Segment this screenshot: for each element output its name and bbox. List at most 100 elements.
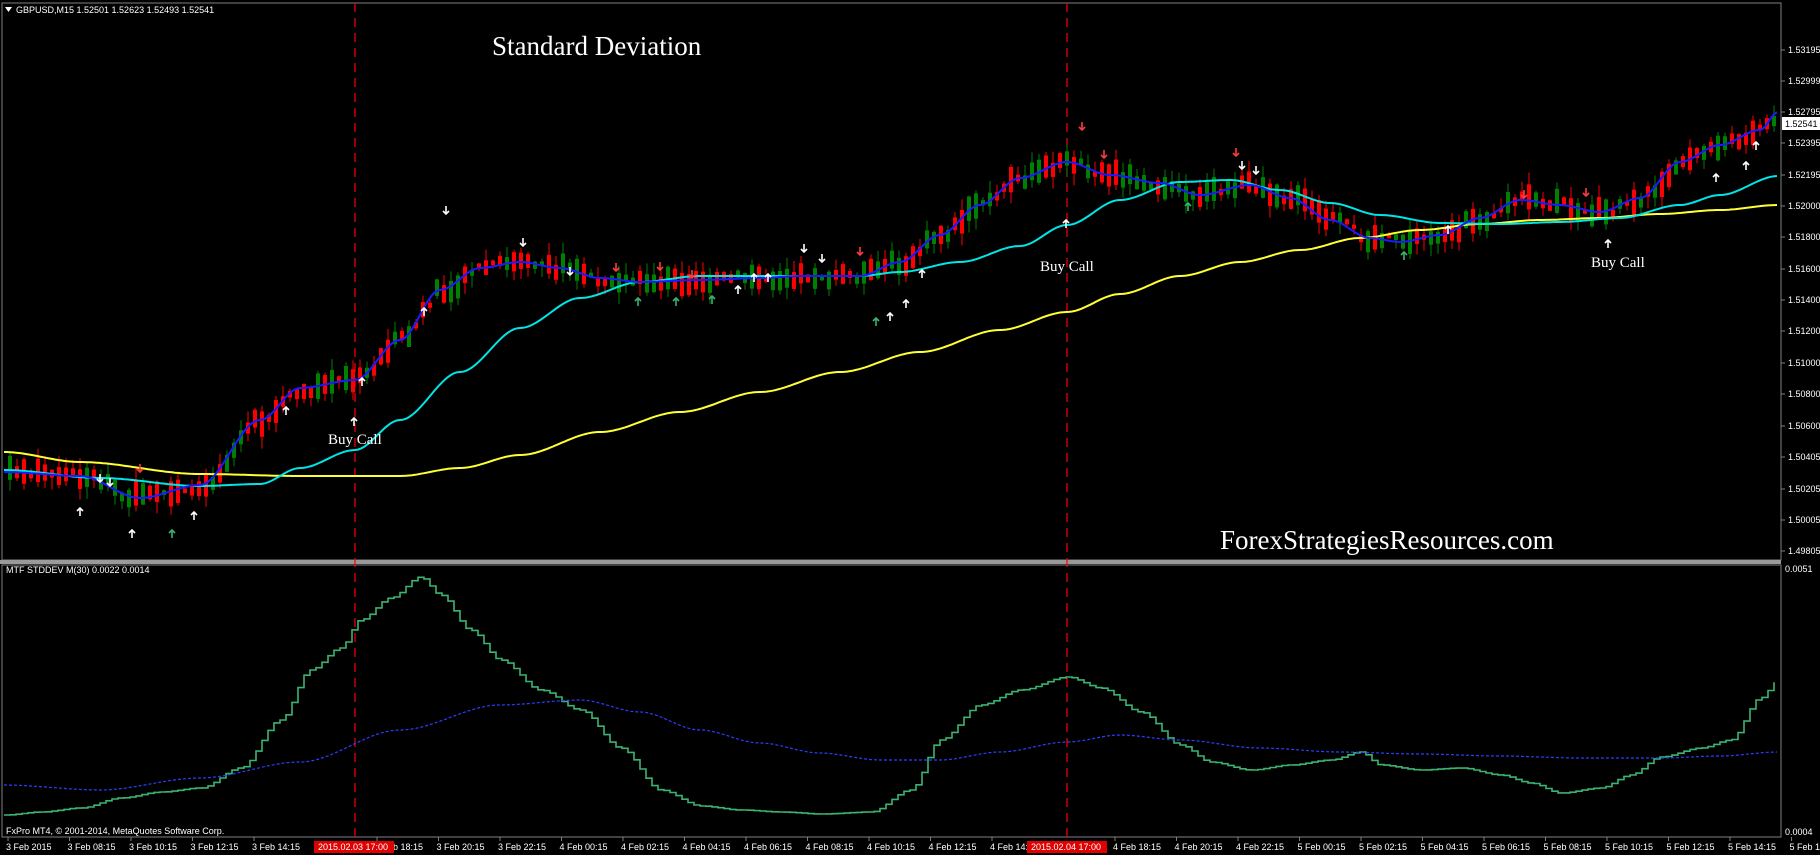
candle-body xyxy=(1303,188,1307,212)
price-tick-label: 1.52195 xyxy=(1788,170,1820,180)
candle-body xyxy=(778,270,782,291)
candle-body xyxy=(127,489,131,508)
candle-body xyxy=(1254,186,1258,194)
watermark: ForexStrategiesResources.com xyxy=(1220,525,1554,555)
candle-body xyxy=(547,254,551,274)
time-tick-label: 5 Feb 02:15 xyxy=(1359,842,1407,852)
candle xyxy=(183,488,187,494)
candle-body xyxy=(1142,175,1146,191)
price-tick-label: 1.51200 xyxy=(1788,326,1820,336)
time-tick-label: 5 Feb 16:15 xyxy=(1790,842,1820,852)
price-tick-label: 1.49805 xyxy=(1788,546,1820,556)
candle-body xyxy=(1044,155,1048,178)
price-tick-label: 1.50800 xyxy=(1788,389,1820,399)
time-tick-label: 5 Feb 14:15 xyxy=(1728,842,1776,852)
candle-body xyxy=(1352,224,1356,229)
indicator-axis-bottom: 0.0004 xyxy=(1785,827,1813,837)
price-tick-label: 1.52999 xyxy=(1788,76,1820,86)
price-tick-label: 1.52795 xyxy=(1788,107,1820,117)
price-tick-label: 1.52395 xyxy=(1788,138,1820,148)
copyright-text: FxPro MT4, © 2001-2014, MetaQuotes Softw… xyxy=(6,826,224,836)
time-tick-label: 4 Feb 18:15 xyxy=(1113,842,1161,852)
candle-body xyxy=(428,302,432,308)
price-tick-label: 1.50405 xyxy=(1788,452,1820,462)
candle xyxy=(1716,131,1720,162)
candle-body xyxy=(1268,183,1272,207)
buy-call-label: Buy Call xyxy=(1591,255,1645,271)
candle-body xyxy=(659,276,663,291)
candle-body xyxy=(813,268,817,289)
candle-body xyxy=(827,271,831,290)
candle-body xyxy=(295,389,299,400)
price-tick-label: 1.51600 xyxy=(1788,264,1820,274)
candle-body xyxy=(855,275,859,284)
candle-body xyxy=(1317,200,1321,223)
candle-body xyxy=(652,274,656,293)
candle-body xyxy=(8,455,12,480)
current-price-label: 1.52541 xyxy=(1785,119,1818,129)
time-tick-label: 5 Feb 08:15 xyxy=(1544,842,1592,852)
candle-body xyxy=(1534,192,1538,207)
candle-body xyxy=(1471,208,1475,234)
candle-body xyxy=(771,271,775,291)
time-tick-label: 5 Feb 04:15 xyxy=(1421,842,1469,852)
candle-body xyxy=(1191,191,1195,200)
candle-body xyxy=(64,467,68,482)
candle-body xyxy=(1632,189,1636,215)
candle-body xyxy=(785,268,789,288)
candle-body xyxy=(1485,211,1489,232)
chart-window[interactable]: GBPUSD,M15 1.52501 1.52623 1.52493 1.525… xyxy=(0,0,1820,855)
candle-body xyxy=(1548,200,1552,211)
time-tick-label: 4 Feb 06:15 xyxy=(744,842,792,852)
time-tick-label: 4 Feb 22:15 xyxy=(1236,842,1284,852)
time-tick-label: 4 Feb 02:15 xyxy=(621,842,669,852)
time-highlight-label: 2015.02.04 17:00 xyxy=(1031,842,1101,852)
time-highlight-label: 2015.02.03 17:00 xyxy=(318,842,388,852)
time-tick-label: 3 Feb 20:15 xyxy=(437,842,485,852)
candle xyxy=(610,275,614,289)
candle-body xyxy=(1555,188,1559,213)
candle-body xyxy=(1233,182,1237,199)
candle-body xyxy=(1562,197,1566,205)
candle-body xyxy=(960,210,964,234)
candle-body xyxy=(197,481,201,497)
candle-body xyxy=(1121,172,1125,188)
price-tick-label: 1.51000 xyxy=(1788,358,1820,368)
candle xyxy=(1275,183,1279,210)
time-tick-label: 5 Feb 06:15 xyxy=(1482,842,1530,852)
candle-body xyxy=(36,458,40,483)
candle-body xyxy=(890,250,894,269)
time-tick-label: 4 Feb 10:15 xyxy=(867,842,915,852)
candle-body xyxy=(435,279,439,296)
candle-body xyxy=(253,409,257,428)
panel-splitter[interactable] xyxy=(0,560,1781,564)
candle-body xyxy=(386,339,390,363)
buy-call-label: Buy Call xyxy=(328,432,382,448)
candle-body xyxy=(701,271,705,293)
candle xyxy=(841,261,845,285)
time-tick-label: 3 Feb 12:15 xyxy=(191,842,239,852)
candle-body xyxy=(862,261,866,284)
candle-body xyxy=(799,263,803,284)
candle-body xyxy=(1366,231,1370,253)
chart-title: Standard Deviation xyxy=(492,31,702,61)
time-tick-label: 4 Feb 12:15 xyxy=(929,842,977,852)
price-tick-label: 1.51400 xyxy=(1788,295,1820,305)
time-tick-label: 3 Feb 08:15 xyxy=(68,842,116,852)
symbol-info: GBPUSD,M15 1.52501 1.52623 1.52493 1.525… xyxy=(16,5,214,15)
indicator-axis-top: 0.0051 xyxy=(1785,564,1813,574)
candle-body xyxy=(1611,209,1615,217)
candle xyxy=(1667,159,1671,191)
candle-body xyxy=(1436,231,1440,244)
price-tick-label: 1.50005 xyxy=(1788,515,1820,525)
candle xyxy=(1534,190,1538,210)
candle-body xyxy=(344,366,348,391)
candle-body xyxy=(260,411,264,437)
candle-body xyxy=(1100,162,1104,183)
candle-body xyxy=(645,274,649,293)
price-tick-label: 1.50205 xyxy=(1788,484,1820,494)
time-tick-label: 5 Feb 12:15 xyxy=(1667,842,1715,852)
candle-body xyxy=(834,269,838,280)
candle-body xyxy=(1590,204,1594,227)
candle-body xyxy=(575,258,579,281)
